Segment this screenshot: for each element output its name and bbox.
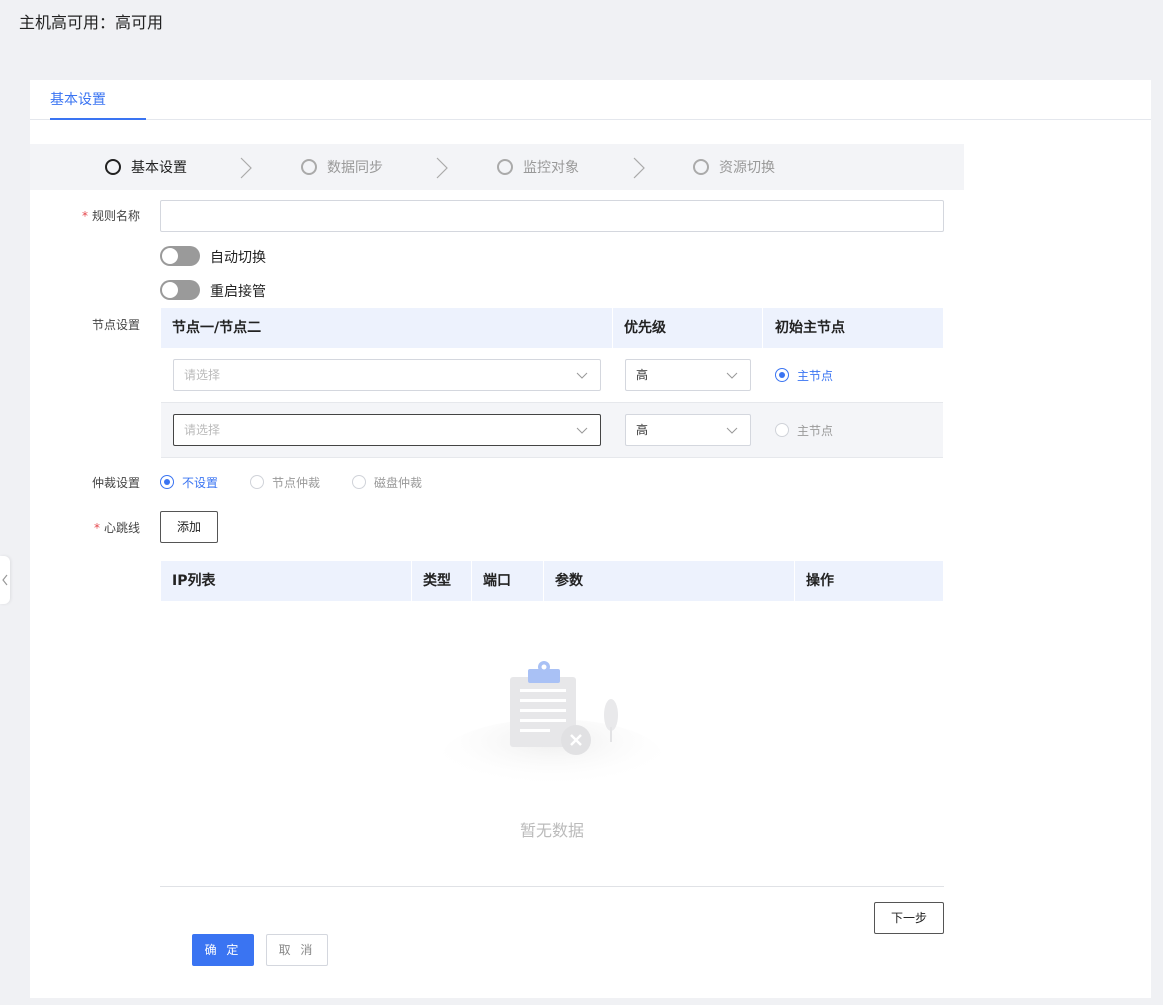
- column-header: 类型: [423, 573, 451, 589]
- arbitration-disk-radio[interactable]: [352, 475, 366, 489]
- priority-select[interactable]: 高: [625, 359, 751, 391]
- heartbeat-label: * 心跳线: [93, 521, 140, 535]
- step-data-sync[interactable]: 数据同步: [301, 144, 383, 190]
- step-circle-icon: [497, 159, 513, 175]
- primary-node-radio[interactable]: [775, 423, 789, 437]
- chevron-down-icon: [726, 427, 738, 434]
- chevron-down-icon: [726, 372, 738, 379]
- primary-node-label: 主节点: [797, 424, 834, 438]
- primary-node-radio[interactable]: [775, 368, 789, 382]
- node-table: 节点一/节点二 优先级 初始主节点 请选择 高 主节点 请选择 高 主节点: [161, 308, 943, 458]
- column-header: 初始主节点: [775, 320, 845, 336]
- empty-clipboard-icon: [442, 661, 662, 795]
- primary-node-label: 主节点: [797, 369, 834, 383]
- step-label: 基本设置: [131, 160, 187, 176]
- step-basic-settings[interactable]: 基本设置: [105, 144, 187, 190]
- chevron-right-icon: [436, 157, 448, 179]
- restart-takeover-toggle[interactable]: [160, 280, 200, 300]
- divider: [160, 886, 944, 887]
- add-heartbeat-button[interactable]: 添加: [160, 511, 218, 543]
- arbitration-none-label: 不设置: [182, 476, 219, 490]
- step-circle-icon: [301, 159, 317, 175]
- table-row: 请选择 高 主节点: [161, 348, 943, 403]
- column-header: 优先级: [624, 320, 666, 336]
- auto-switch-toggle[interactable]: [160, 246, 200, 266]
- column-header: 节点一/节点二: [172, 320, 262, 336]
- chevron-left-icon: [2, 574, 8, 586]
- column-header: 参数: [555, 573, 583, 589]
- heartbeat-table-header: IP列表 类型 端口 参数 操作: [161, 561, 943, 601]
- step-resource-switch[interactable]: 资源切换: [693, 144, 775, 190]
- rule-name-input[interactable]: [160, 200, 944, 232]
- rule-name-label: * 规则名称: [81, 209, 140, 223]
- page-title: 主机高可用：高可用: [19, 13, 164, 32]
- auto-switch-label: 自动切换: [210, 250, 266, 266]
- next-step-button[interactable]: 下一步: [874, 902, 944, 934]
- table-row: 请选择 高 主节点: [161, 403, 943, 458]
- step-circle-icon: [105, 159, 121, 175]
- tab-basic-settings[interactable]: 基本设置: [50, 80, 146, 120]
- arbitration-label: 仲裁设置: [91, 476, 140, 490]
- step-monitor-objects[interactable]: 监控对象: [497, 144, 579, 190]
- chevron-right-icon: [240, 157, 252, 179]
- step-label: 资源切换: [719, 160, 775, 176]
- arbitration-node-radio[interactable]: [250, 475, 264, 489]
- steps-bar: 基本设置 数据同步 监控对象 资源切换: [30, 144, 964, 190]
- priority-select[interactable]: 高: [625, 414, 751, 446]
- arbitration-none-radio[interactable]: [160, 475, 174, 489]
- arbitration-disk-label: 磁盘仲裁: [374, 476, 423, 490]
- restart-takeover-label: 重启接管: [210, 284, 266, 300]
- cancel-button[interactable]: 取 消: [266, 934, 328, 966]
- sidebar-collapse-handle[interactable]: [0, 556, 10, 604]
- step-circle-icon: [693, 159, 709, 175]
- step-label: 监控对象: [523, 160, 579, 176]
- node-select[interactable]: 请选择: [173, 359, 601, 391]
- chevron-down-icon: [576, 427, 588, 434]
- column-header: 端口: [483, 573, 511, 589]
- step-label: 数据同步: [327, 160, 383, 176]
- column-header: IP列表: [172, 573, 216, 589]
- tab-bar: 基本设置: [30, 80, 1151, 120]
- required-mark: *: [81, 209, 88, 223]
- node-select[interactable]: 请选择: [173, 414, 601, 446]
- empty-state-text: 暂无数据: [519, 821, 584, 840]
- node-table-header: 节点一/节点二 优先级 初始主节点: [161, 308, 943, 348]
- chevron-right-icon: [633, 157, 645, 179]
- confirm-button[interactable]: 确 定: [192, 934, 254, 966]
- required-mark: *: [93, 521, 100, 535]
- arbitration-node-label: 节点仲裁: [272, 476, 321, 490]
- chevron-down-icon: [576, 372, 588, 379]
- column-header: 操作: [806, 573, 834, 589]
- node-settings-label: 节点设置: [91, 318, 140, 332]
